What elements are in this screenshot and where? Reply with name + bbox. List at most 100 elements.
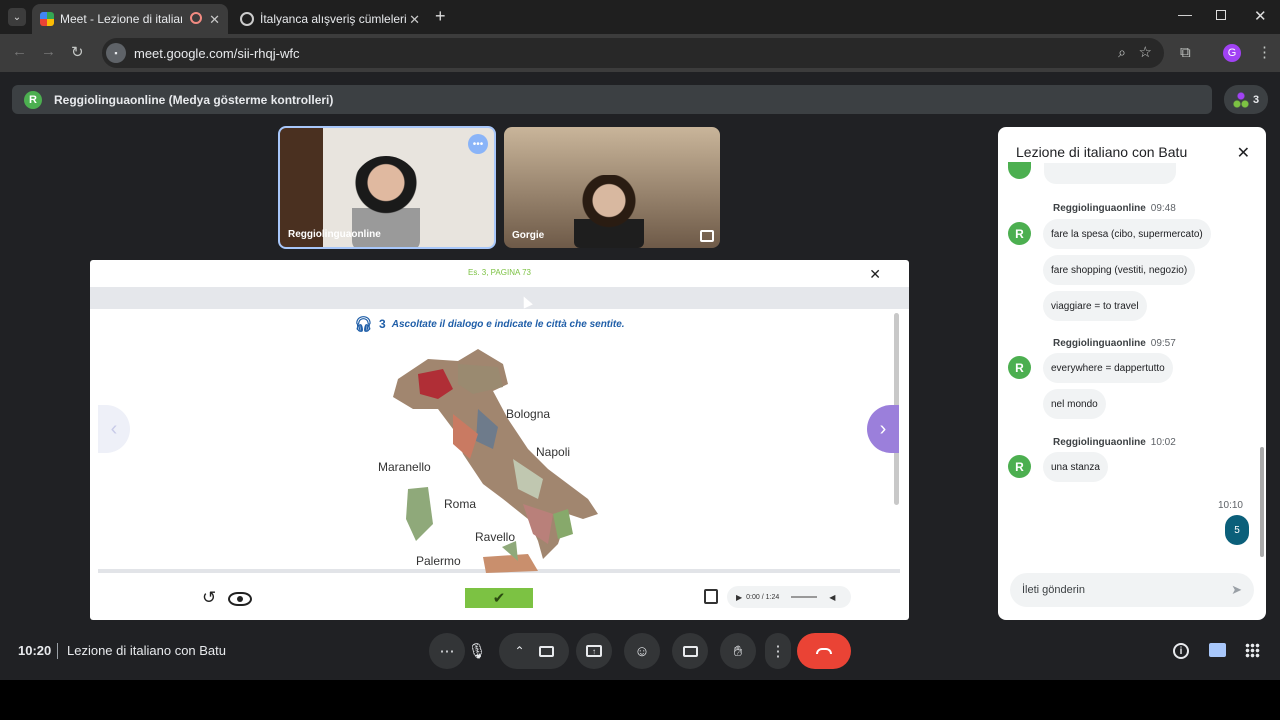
tab-close-icon[interactable]: ✕ xyxy=(209,12,220,28)
browser-menu-icon[interactable]: ⋮ xyxy=(1257,43,1272,61)
map-label-roma: Roma xyxy=(444,497,477,511)
chat-input[interactable]: İleti gönderin ➤ xyxy=(1010,573,1254,607)
meet-favicon-icon xyxy=(40,12,54,26)
present-screen-button[interactable]: ↑ xyxy=(576,633,612,669)
chatgpt-favicon-icon xyxy=(240,12,254,26)
page-content: 🎧︎ 3 Ascoltate il dialogo e indicate le … xyxy=(98,309,900,573)
chat-message: fare la spesa (cibo, supermercato) xyxy=(1043,219,1211,249)
microphone-icon: 🎙︎ xyxy=(467,643,487,660)
more-controls-button[interactable]: ⋯ xyxy=(429,633,465,669)
options-button[interactable]: ⋮ xyxy=(765,633,791,669)
tab-meet[interactable]: Meet - Lezione di italiano c ✕ xyxy=(32,4,228,34)
minimize-icon[interactable]: — xyxy=(1178,6,1192,22)
footer-divider xyxy=(57,643,58,659)
reload-icon[interactable]: ↻ xyxy=(71,43,84,61)
chat-message: nel mondo xyxy=(1043,389,1106,419)
chat-scrollbar[interactable] xyxy=(1260,447,1264,557)
vertical-dots-icon: ⋮ xyxy=(770,643,786,660)
show-answers-eye-icon[interactable] xyxy=(228,592,252,606)
tab-search-button[interactable]: ⌄ xyxy=(8,8,26,26)
tab-close-icon[interactable]: ✕ xyxy=(409,12,420,28)
audio-time: 0:00 / 1:24 xyxy=(746,593,780,601)
screen-share-icon xyxy=(700,230,714,242)
hand-icon: ✋︎ xyxy=(733,642,743,660)
send-icon[interactable]: ➤ xyxy=(1231,582,1242,598)
restore-icon[interactable] xyxy=(1216,10,1226,20)
chat-close-icon[interactable]: ✕ xyxy=(1237,143,1250,163)
map-label-maranello: Maranello xyxy=(378,460,431,474)
leave-call-button[interactable] xyxy=(797,633,851,669)
camera-options-button[interactable]: ⌃ xyxy=(499,633,569,669)
activities-icon[interactable] xyxy=(1245,643,1260,658)
presenter-label: Reggiolinguaonline (Medya gösterme kontr… xyxy=(54,92,334,107)
volume-icon[interactable]: ◀ xyxy=(829,593,835,602)
partial-bubble xyxy=(1044,163,1176,184)
map-label-palermo: Palermo xyxy=(416,554,461,568)
transcript-icon[interactable] xyxy=(704,589,718,604)
participant-count: 3 xyxy=(1252,93,1260,106)
chat-message: una stanza xyxy=(1043,452,1108,482)
viewer-gray-band xyxy=(90,287,909,309)
chat-message: fare shopping (vestiti, negozio) xyxy=(1043,255,1196,285)
sender-avatar: R xyxy=(1008,455,1031,478)
sender-avatar: R xyxy=(1008,356,1031,379)
meeting-title: Lezione di italiano con Batu xyxy=(67,643,227,658)
check-answers-button[interactable]: ✔ xyxy=(465,588,533,608)
tile-name: Reggiolinguaonline xyxy=(288,229,381,240)
bookmark-star-icon[interactable]: ☆ xyxy=(1139,43,1152,61)
new-tab-icon[interactable]: + xyxy=(435,6,446,27)
play-icon[interactable]: ▶ xyxy=(736,593,742,602)
own-msg-time: 10:10 xyxy=(1217,500,1243,511)
msg-sender: Reggiolinguaonline 09:57 xyxy=(1053,338,1176,349)
profile-avatar[interactable]: G xyxy=(1223,44,1241,62)
msg-sender: Reggiolinguaonline 09:48 xyxy=(1053,203,1176,214)
chat-input-placeholder: İleti gönderin xyxy=(1022,584,1085,596)
reactions-button[interactable]: ☺ xyxy=(624,633,660,669)
sender-avatar: R xyxy=(1008,222,1031,245)
address-bar[interactable]: ▪ meet.google.com/sii-rhqj-wfc ⌕ ☆ xyxy=(102,38,1164,68)
browser-tab-strip: ⌄ Meet - Lezione di italiano c ✕ İtalyan… xyxy=(0,0,1280,34)
present-icon: ↑ xyxy=(586,645,602,657)
chat-title: Lezione di italiano con Batu xyxy=(1016,144,1188,160)
tab-chatgpt-label: İtalyanca alışveriş cümleleri xyxy=(260,12,407,26)
footer-time: 10:20 xyxy=(18,643,52,658)
chat-message: viaggiare = to travel xyxy=(1043,291,1147,321)
raise-hand-button[interactable]: ✋︎ xyxy=(720,633,756,669)
viewer-close-icon[interactable]: ✕ xyxy=(869,266,881,283)
tile-name: Gorgie xyxy=(512,230,545,241)
back-icon[interactable]: ← xyxy=(12,43,27,60)
chat-message: everywhere = dappertutto xyxy=(1043,353,1173,383)
person-silhouette xyxy=(574,175,644,248)
exercise-viewer: Es. 3, PAGINA 73 ✕ 🎧︎ 3 Ascoltate il dia… xyxy=(90,260,909,620)
own-chat-message: 5 xyxy=(1225,515,1249,545)
ellipsis-icon: ⋯ xyxy=(439,643,455,660)
site-info-icon[interactable]: ▪ xyxy=(106,43,126,63)
url-text: meet.google.com/sii-rhqj-wfc xyxy=(134,45,300,61)
camera-icon[interactable] xyxy=(538,645,554,657)
chat-icon[interactable] xyxy=(1209,643,1226,657)
msg-sender: Reggiolinguaonline 10:02 xyxy=(1053,437,1176,448)
end-call-icon xyxy=(816,648,832,654)
zoom-icon[interactable]: ⌕ xyxy=(1118,44,1126,61)
chevron-up-icon[interactable]: ⌃ xyxy=(514,644,524,658)
captions-button[interactable] xyxy=(672,633,708,669)
extensions-icon[interactable]: ⧉ xyxy=(1180,44,1191,61)
people-icon xyxy=(1232,91,1249,108)
more-options-icon[interactable]: ••• xyxy=(468,134,488,154)
meeting-info-icon[interactable]: i xyxy=(1173,643,1189,659)
audio-player[interactable]: ▶ 0:00 / 1:24 ◀ xyxy=(727,586,851,608)
participants-button[interactable]: 3 xyxy=(1224,85,1268,114)
window-close-icon[interactable]: ✕ xyxy=(1254,7,1267,25)
audio-progress[interactable] xyxy=(791,596,818,598)
reset-icon[interactable]: ↺ xyxy=(202,588,216,608)
video-tile-student[interactable]: Gorgie xyxy=(504,127,720,248)
presenter-bar[interactable]: R Reggiolinguaonline (Medya gösterme kon… xyxy=(12,85,1212,114)
emoji-icon: ☺ xyxy=(634,642,650,660)
forward-icon[interactable]: → xyxy=(41,43,56,60)
recording-icon xyxy=(190,12,202,24)
screen-bottom xyxy=(0,680,1280,720)
map-label-napoli: Napoli xyxy=(536,445,571,459)
viewer-header: Es. 3, PAGINA 73 xyxy=(468,268,531,277)
tab-chatgpt[interactable]: İtalyanca alışveriş cümleleri ✕ xyxy=(232,4,428,34)
video-tile-teacher[interactable]: ••• Reggiolinguaonline xyxy=(278,126,496,249)
